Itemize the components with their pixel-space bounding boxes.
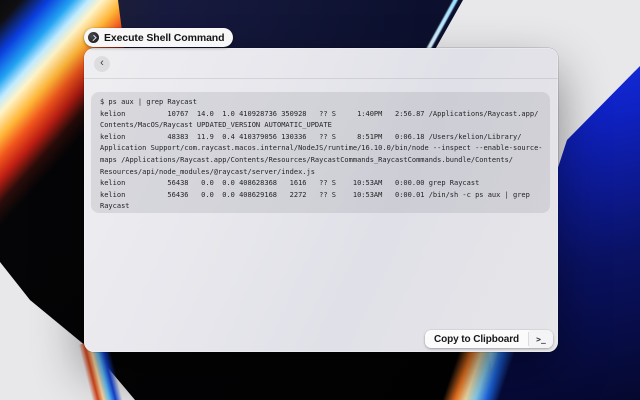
terminal-badge-icon — [88, 32, 99, 43]
terminal-output-panel: $ ps aux | grep Raycast kelion 10767 14.… — [91, 92, 550, 213]
shell-output-window: ‹ $ ps aux | grep Raycast kelion 10767 1… — [84, 48, 558, 352]
terminal-output-text: $ ps aux | grep Raycast kelion 10767 14.… — [100, 97, 550, 213]
desktop: Execute Shell Command ‹ $ ps aux | grep … — [0, 0, 640, 400]
window-header: ‹ — [84, 48, 558, 79]
chevron-left-icon: ‹ — [100, 58, 104, 69]
copy-to-clipboard-button[interactable]: Copy to Clipboard >_ — [425, 330, 553, 348]
back-button[interactable]: ‹ — [94, 56, 110, 72]
terminal-prompt-icon: >_ — [529, 330, 553, 348]
command-title-label: Execute Shell Command — [104, 32, 224, 44]
copy-to-clipboard-label: Copy to Clipboard — [425, 330, 528, 348]
command-title-pill[interactable]: Execute Shell Command — [84, 28, 233, 47]
